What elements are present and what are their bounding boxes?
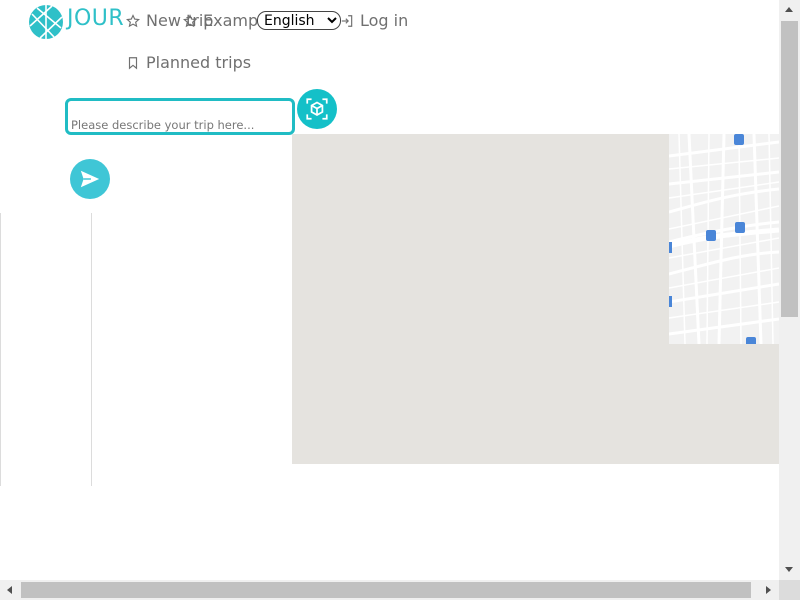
nav-login[interactable]: Log in xyxy=(340,11,408,30)
cube-scan-button[interactable] xyxy=(297,89,337,129)
bus-icon[interactable] xyxy=(734,134,744,145)
trip-description-input[interactable] xyxy=(71,118,291,132)
scrollbar-corner xyxy=(779,580,800,600)
bus-icon[interactable] xyxy=(746,337,756,344)
left-divider xyxy=(0,213,1,486)
bus-icon[interactable] xyxy=(706,230,716,241)
nav-examples[interactable]: Examp xyxy=(183,11,258,30)
bus-icon[interactable] xyxy=(669,296,672,307)
cube-scan-icon xyxy=(306,98,328,120)
bus-icon[interactable] xyxy=(735,222,745,233)
map-tile xyxy=(668,134,779,345)
send-icon xyxy=(80,170,100,188)
scroll-up-arrow[interactable] xyxy=(785,7,793,12)
star-icon xyxy=(183,13,197,27)
map-view[interactable] xyxy=(292,134,779,464)
vertical-scroll-thumb[interactable] xyxy=(781,21,798,317)
nav-planned-trips[interactable]: Planned trips xyxy=(126,53,251,72)
star-icon xyxy=(126,13,140,27)
nav-login-label: Log in xyxy=(360,11,409,30)
vertical-scrollbar[interactable] xyxy=(779,0,800,580)
logo-icon[interactable] xyxy=(28,4,64,40)
bus-icon[interactable] xyxy=(669,242,672,253)
nav-planned-trips-label: Planned trips xyxy=(146,53,252,72)
nav-examples-label: Examp xyxy=(203,11,259,30)
horizontal-scrollbar[interactable] xyxy=(0,580,779,600)
scroll-down-arrow[interactable] xyxy=(785,567,793,572)
map-streets xyxy=(668,134,779,345)
bookmark-icon xyxy=(128,56,138,69)
column-divider xyxy=(91,213,92,486)
brand-name[interactable]: JOUR xyxy=(67,6,124,31)
language-select[interactable]: English xyxy=(257,11,341,30)
scroll-right-arrow[interactable] xyxy=(766,586,771,594)
send-button[interactable] xyxy=(70,159,110,199)
scroll-left-arrow[interactable] xyxy=(7,586,12,594)
trip-prompt-box[interactable] xyxy=(65,98,295,135)
horizontal-scroll-thumb[interactable] xyxy=(21,582,751,598)
login-icon xyxy=(341,14,353,27)
